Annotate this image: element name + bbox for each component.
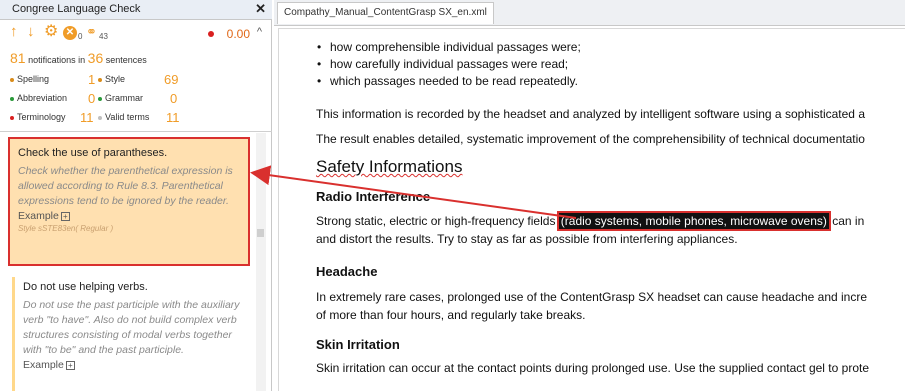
panel-scrollbar[interactable]: [256, 133, 266, 391]
text-run: can in: [828, 214, 865, 228]
text-run: Strong static, electric or high-frequenc…: [316, 214, 559, 228]
stat-label: Spelling: [17, 74, 50, 84]
category-stats: Spelling 1 Style 69 Abbreviation 0 Gramm…: [10, 72, 260, 131]
example-label: Example: [23, 359, 64, 371]
link-icon[interactable]: ⚭: [86, 24, 97, 40]
list-item: how carefully individual passages were r…: [316, 57, 905, 74]
valid-terms-dot: [98, 115, 102, 120]
collapse-caret-icon[interactable]: ^: [257, 26, 262, 38]
notification-card[interactable]: Do not use helping verbs. Do not use the…: [12, 277, 252, 391]
stat-value: 0: [88, 91, 96, 106]
misspelled-heading[interactable]: Safety Informations: [316, 157, 462, 176]
spelling-dot: [10, 77, 14, 82]
notification-card-selected[interactable]: Check the use of parantheses. Check whet…: [8, 137, 250, 266]
stat-row: Terminology 11 Valid terms 11: [10, 110, 260, 131]
document-content[interactable]: how comprehensible individual passages w…: [316, 40, 905, 375]
gear-icon[interactable]: ⚙: [44, 24, 58, 40]
stat-value: 1: [88, 72, 96, 87]
panel-toolbar: ↑ ↓ ⚙ ✕ 0 ⚭ 43 0.00 ^: [10, 24, 268, 42]
section-heading: Safety Informations: [316, 157, 462, 177]
notification-summary: 81 notifications in 36 sentences: [10, 50, 147, 66]
card-description: Check whether the parenthetical expressi…: [18, 165, 233, 207]
paragraph: and distort the results. Try to stay as …: [316, 232, 738, 246]
stat-row: Abbreviation 0 Grammar 0: [10, 91, 260, 112]
list-item: how comprehensible individual passages w…: [316, 40, 905, 57]
card-title: Do not use helping verbs.: [23, 281, 148, 293]
card-style-rule: Style sSTE83en( Regular ): [18, 224, 114, 233]
scrollbar-thumb[interactable]: [257, 229, 264, 237]
sentence-label: sentences: [105, 55, 147, 65]
example-toggle[interactable]: Example +: [18, 210, 242, 222]
close-icon[interactable]: ✕: [255, 1, 266, 17]
paragraph: The result enables detailed, systematic …: [316, 132, 865, 146]
abbreviation-dot: [10, 96, 14, 101]
stat-spelling[interactable]: Spelling 1: [10, 72, 95, 87]
subheading-headache: Headache: [316, 264, 378, 279]
editor-tabbar: Compathy_Manual_ContentGrasp SX_en.xml: [274, 0, 905, 26]
stat-value: 11: [166, 110, 180, 125]
stat-value: 69: [164, 72, 179, 87]
error-count: 0: [78, 32, 83, 41]
stat-grammar[interactable]: Grammar 0: [98, 91, 177, 106]
expand-plus-icon[interactable]: +: [60, 211, 70, 221]
stat-label: Abbreviation: [17, 93, 68, 103]
error-filter-icon[interactable]: ✕: [63, 26, 77, 40]
panel-titlebar: Congree Language Check ✕: [0, 0, 272, 20]
score-status-dot: [208, 31, 214, 37]
stat-label: Valid terms: [105, 112, 150, 122]
stat-label: Terminology: [17, 112, 66, 122]
style-dot: [98, 77, 102, 82]
stat-style[interactable]: Style 69: [98, 72, 178, 87]
card-description: Do not use the past participle with the …: [23, 299, 240, 356]
stat-row: Spelling 1 Style 69: [10, 72, 260, 93]
grammar-dot: [98, 96, 102, 101]
flagged-parenthetical[interactable]: (radio systems, mobile phones, microwave…: [556, 211, 831, 231]
notification-label: notifications in: [28, 55, 86, 65]
paragraph: of more than four hours, and regularly t…: [316, 308, 586, 322]
stat-label: Style: [105, 74, 126, 84]
notification-count: 81: [10, 50, 26, 66]
example-toggle[interactable]: Example +: [23, 359, 248, 371]
subheading-radio: Radio Interference: [316, 189, 431, 204]
tab-document[interactable]: Compathy_Manual_ContentGrasp SX_en.xml: [277, 2, 494, 24]
link-count: 43: [99, 32, 108, 41]
bullet-list: how comprehensible individual passages w…: [316, 40, 905, 91]
arrow-down-icon[interactable]: ↓: [27, 24, 35, 40]
card-title: Check the use of parantheses.: [18, 147, 168, 159]
example-label: Example: [18, 210, 59, 222]
stat-value: 0: [170, 91, 178, 106]
stat-label: Grammar: [105, 93, 143, 103]
paragraph: This information is recorded by the head…: [316, 107, 865, 121]
paragraph: In extremely rare cases, prolonged use o…: [316, 290, 868, 304]
paragraph: Strong static, electric or high-frequenc…: [316, 211, 865, 231]
expand-plus-icon[interactable]: +: [65, 360, 75, 370]
language-check-panel: Congree Language Check ✕ ↑ ↓ ⚙ ✕ 0 ⚭ 43 …: [0, 0, 272, 391]
arrow-up-icon[interactable]: ↑: [10, 24, 18, 40]
sentence-count: 36: [87, 50, 104, 66]
panel-divider: [0, 131, 272, 132]
subheading-skin: Skin Irritation: [316, 337, 400, 352]
paragraph: Skin irritation can occur at the contact…: [316, 361, 869, 375]
stat-value: 11: [80, 110, 94, 125]
score-value: 0.00: [226, 27, 250, 41]
stat-valid-terms[interactable]: Valid terms 11: [98, 110, 180, 125]
list-item: which passages needed to be read repeate…: [316, 74, 905, 91]
stat-terminology[interactable]: Terminology 11: [10, 110, 94, 125]
panel-title: Congree Language Check: [12, 3, 141, 15]
stat-abbreviation[interactable]: Abbreviation 0: [10, 91, 95, 106]
terminology-dot: [10, 115, 14, 120]
